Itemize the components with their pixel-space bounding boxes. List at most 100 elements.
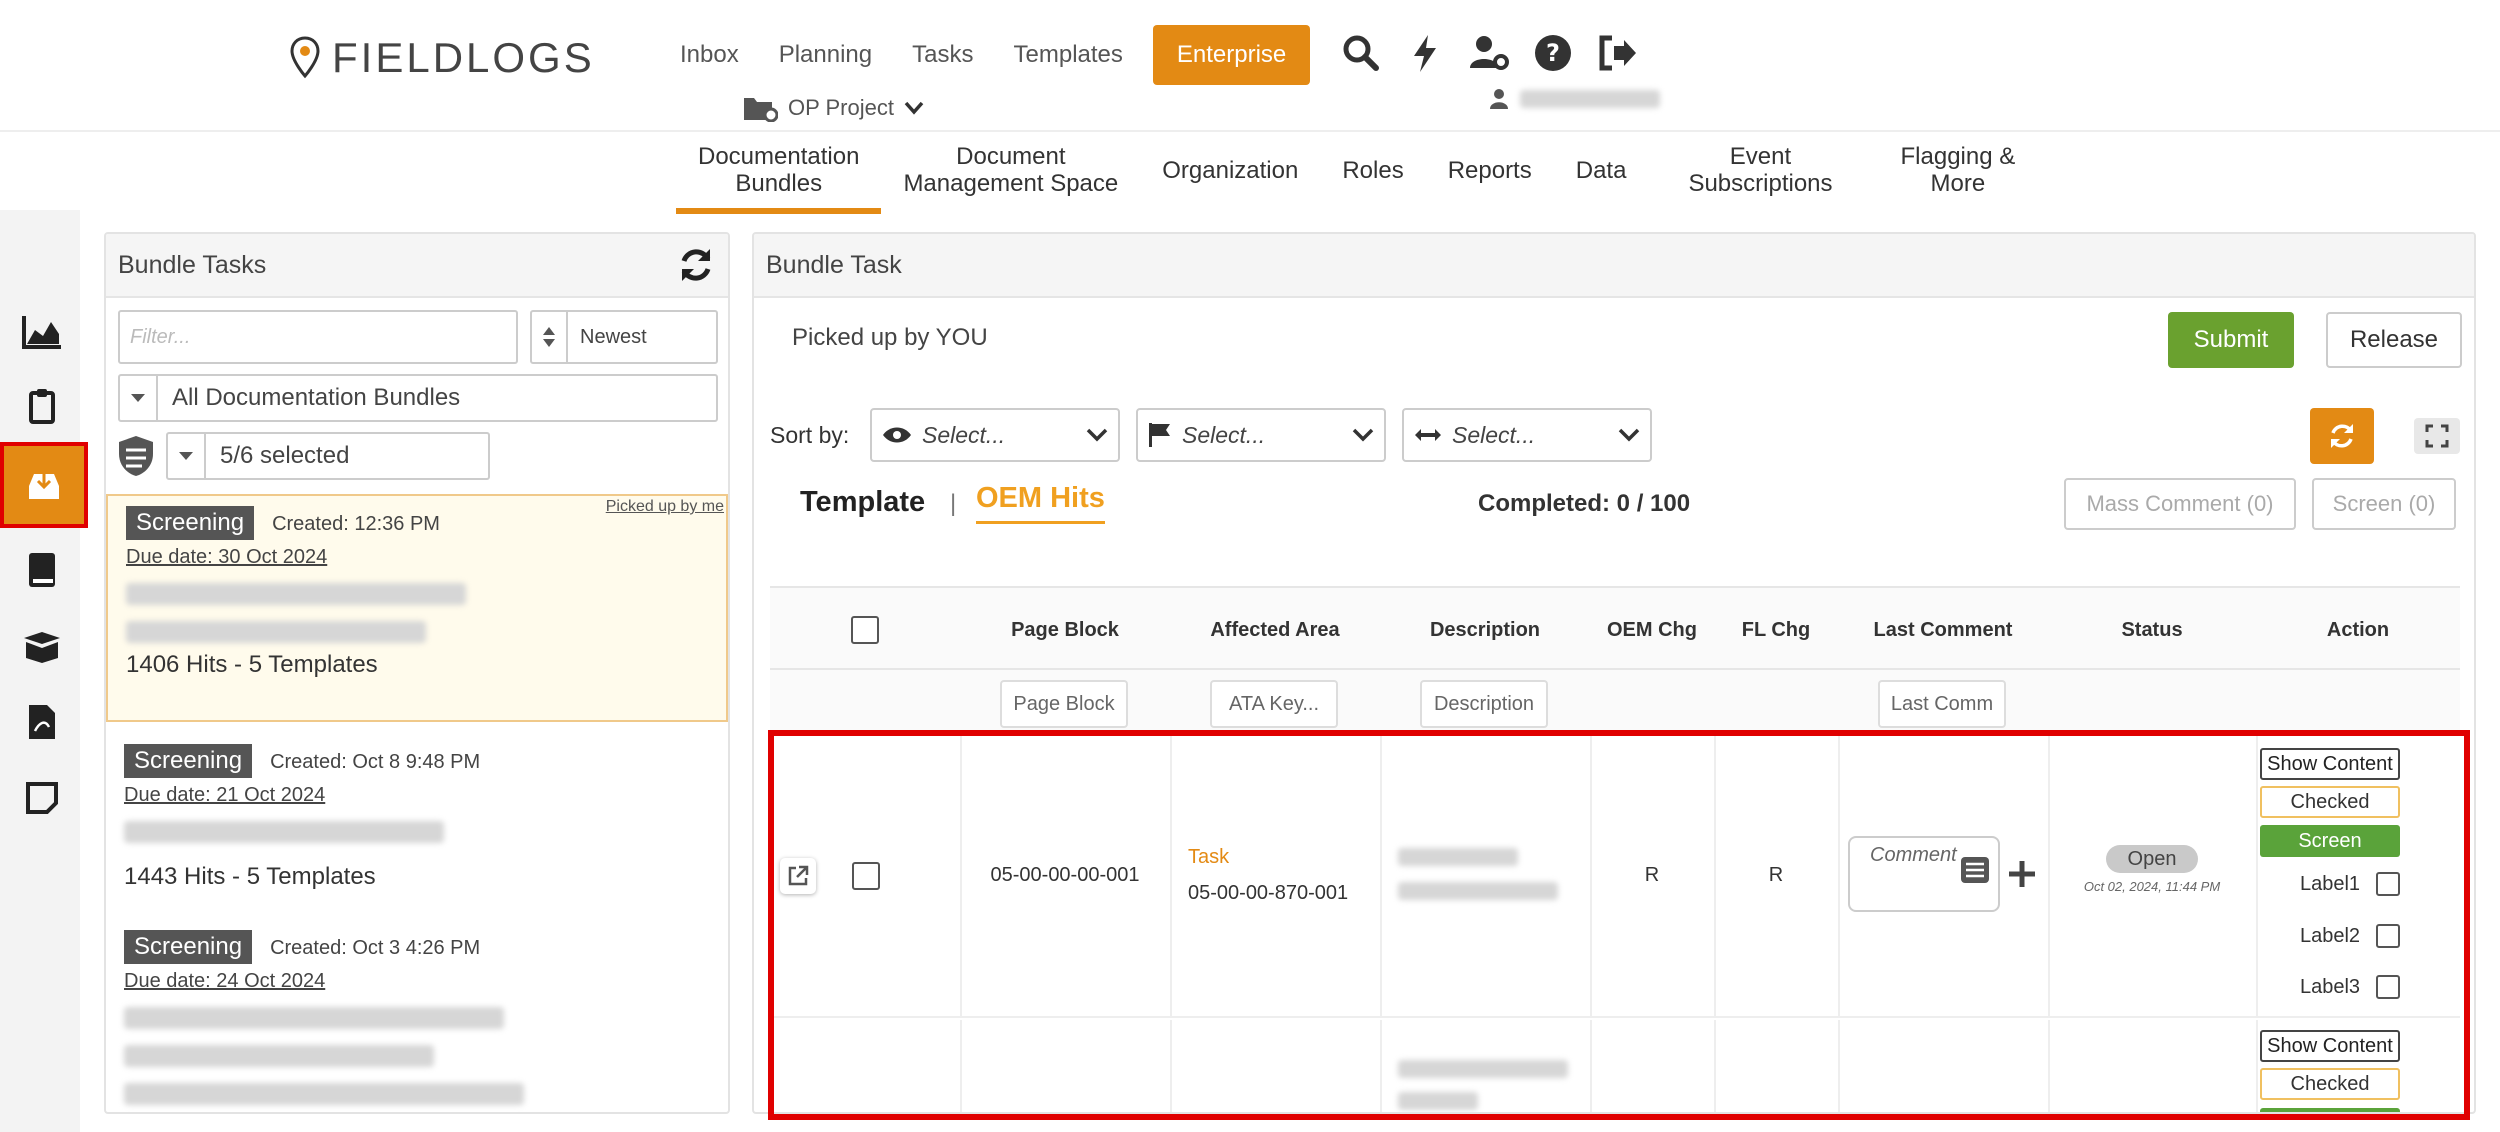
comment-input[interactable]: Comment .. xyxy=(1848,836,2000,912)
picked-up-status: Picked up by YOU xyxy=(792,324,988,351)
screen-button[interactable]: Screen xyxy=(2260,825,2400,857)
help-icon[interactable]: ? xyxy=(1532,32,1574,74)
subnav-data[interactable]: Data xyxy=(1554,130,1649,210)
sort-select-flag[interactable]: Select... xyxy=(1136,408,1386,462)
col-affected-area[interactable]: Affected Area xyxy=(1170,588,1380,672)
col-status[interactable]: Status xyxy=(2048,588,2256,672)
chevron-down-icon xyxy=(1086,428,1108,442)
picked-up-link[interactable]: Picked up by me xyxy=(606,498,724,516)
release-button[interactable]: Release xyxy=(2326,312,2462,368)
status-badge: Screening xyxy=(126,506,255,540)
col-oem-chg[interactable]: OEM Chg xyxy=(1590,588,1714,672)
last-comment-filter[interactable]: Last Comm xyxy=(1878,680,2006,728)
left-rail xyxy=(0,210,80,1132)
mass-comment-button[interactable]: Mass Comment (0) xyxy=(2064,478,2296,530)
status-cell: Open Oct 02, 2024, 11:44 PM xyxy=(2048,845,2256,894)
row-checkbox[interactable] xyxy=(852,862,880,890)
open-external-button[interactable] xyxy=(780,858,816,894)
fieldlogs-logo[interactable]: FIELDLOGS xyxy=(290,30,595,86)
completed-counter: Completed: 0 / 100 xyxy=(1478,490,1691,517)
subnav-flagging-more[interactable]: Flagging & More xyxy=(1873,130,2044,210)
page-block-value: 05-00-00-00-001 xyxy=(990,864,1140,886)
tab-template[interactable]: Template xyxy=(800,486,925,519)
description-redacted xyxy=(1398,1060,1568,1078)
redacted-text xyxy=(124,1083,524,1105)
caret-down-icon xyxy=(131,394,145,402)
col-last-comment[interactable]: Last Comment xyxy=(1838,588,2048,672)
task-card[interactable]: Screening Created: Oct 3 4:26 PM Due date… xyxy=(106,920,728,1112)
ata-key-filter[interactable]: ATA Key... xyxy=(1210,680,1338,728)
status-badge: Open xyxy=(2105,845,2199,873)
nav-templates[interactable]: Templates xyxy=(994,41,1143,69)
subnav-event-subscriptions[interactable]: Event Subscriptions xyxy=(1648,130,1872,210)
redacted-text xyxy=(124,1007,504,1029)
logout-icon[interactable] xyxy=(1596,32,1638,74)
nav-inbox[interactable]: Inbox xyxy=(660,41,759,69)
label3-toggle[interactable]: Label3 xyxy=(2300,975,2401,999)
comment-list-icon[interactable] xyxy=(1960,856,1990,884)
sort-select-visibility[interactable]: Select... xyxy=(870,408,1120,462)
created-time: Created: 12:36 PM xyxy=(272,513,440,535)
refresh-icon xyxy=(2331,424,2353,448)
task-card[interactable]: Picked up by me Screening Created: 12:36 … xyxy=(106,494,728,722)
col-fl-chg[interactable]: FL Chg xyxy=(1714,588,1838,672)
chevron-down-icon xyxy=(1618,428,1640,442)
redacted-text xyxy=(124,1045,434,1067)
col-action: Action xyxy=(2326,618,2390,641)
enterprise-button[interactable]: Enterprise xyxy=(1152,25,1311,85)
screen-button[interactable] xyxy=(2260,1108,2400,1112)
subnav-reports[interactable]: Reports xyxy=(1426,130,1554,210)
sidebar-item-inbox-active[interactable] xyxy=(0,442,88,528)
sort-icon xyxy=(543,327,555,347)
show-content-button[interactable]: Show Content xyxy=(2260,748,2400,780)
sort-select-direction[interactable]: Select... xyxy=(1402,408,1652,462)
checked-button[interactable]: Checked xyxy=(2260,786,2400,818)
due-date: Due date: 30 Oct 2024 xyxy=(126,546,328,568)
hits-summary: 1406 Hits - 5 Templates xyxy=(126,651,378,678)
sort-order-select[interactable]: Newest xyxy=(530,310,718,364)
screen-selected-button[interactable]: Screen (0) xyxy=(2312,478,2456,530)
nav-tasks[interactable]: Tasks xyxy=(892,41,993,69)
subnav-organization[interactable]: Organization xyxy=(1140,130,1320,210)
sub-nav: Documentation Bundles Document Managemen… xyxy=(676,130,2044,214)
select-all-checkbox[interactable] xyxy=(851,616,879,644)
add-comment-icon[interactable] xyxy=(2006,858,2038,890)
submit-button[interactable]: Submit xyxy=(2168,312,2294,368)
subnav-roles[interactable]: Roles xyxy=(1320,130,1425,210)
project-selector[interactable]: OP Project xyxy=(742,94,924,122)
user-settings-icon[interactable] xyxy=(1468,32,1510,74)
svg-text:?: ? xyxy=(1546,39,1560,67)
chart-area-icon[interactable] xyxy=(20,310,64,354)
reload-button[interactable] xyxy=(2310,408,2374,464)
page-block-filter[interactable]: Page Block xyxy=(1000,680,1128,728)
subnav-documentation-bundles[interactable]: Documentation Bundles xyxy=(676,130,882,214)
tab-oem-hits[interactable]: OEM Hits xyxy=(976,482,1105,524)
fullscreen-button[interactable] xyxy=(2414,418,2460,454)
label2-toggle[interactable]: Label2 xyxy=(2300,924,2401,948)
nav-planning[interactable]: Planning xyxy=(759,41,892,69)
bundle-tasks-header: Bundle Tasks xyxy=(106,234,728,298)
description-filter[interactable]: Description xyxy=(1420,680,1548,728)
search-icon[interactable] xyxy=(1340,32,1382,74)
show-content-button[interactable]: Show Content xyxy=(2260,1030,2400,1062)
clipboard-icon[interactable] xyxy=(20,384,64,428)
box-open-icon[interactable] xyxy=(20,624,64,668)
chevron-down-icon xyxy=(904,101,924,115)
col-page-block[interactable]: Page Block xyxy=(960,588,1170,672)
bundle-filter-select[interactable]: All Documentation Bundles xyxy=(118,374,718,422)
pdf-file-icon[interactable] xyxy=(20,700,64,744)
checked-button[interactable]: Checked xyxy=(2260,1068,2400,1100)
sticky-note-icon[interactable] xyxy=(20,776,64,820)
lightning-icon[interactable] xyxy=(1404,32,1446,74)
subnav-document-management-space[interactable]: Document Management Space xyxy=(881,130,1140,210)
refresh-icon[interactable] xyxy=(676,245,716,285)
due-date: Due date: 21 Oct 2024 xyxy=(124,784,326,806)
task-card[interactable]: Screening Created: Oct 8 9:48 PM Due date… xyxy=(106,734,728,920)
status-filter-select[interactable]: 5/6 selected xyxy=(166,432,490,480)
label1-toggle[interactable]: Label1 xyxy=(2300,872,2401,896)
book-icon[interactable] xyxy=(20,548,64,592)
col-description[interactable]: Description xyxy=(1380,588,1590,672)
area-type-link[interactable]: Task xyxy=(1188,846,1229,869)
filter-input[interactable]: Filter... xyxy=(118,310,518,364)
redacted-text xyxy=(126,621,426,643)
